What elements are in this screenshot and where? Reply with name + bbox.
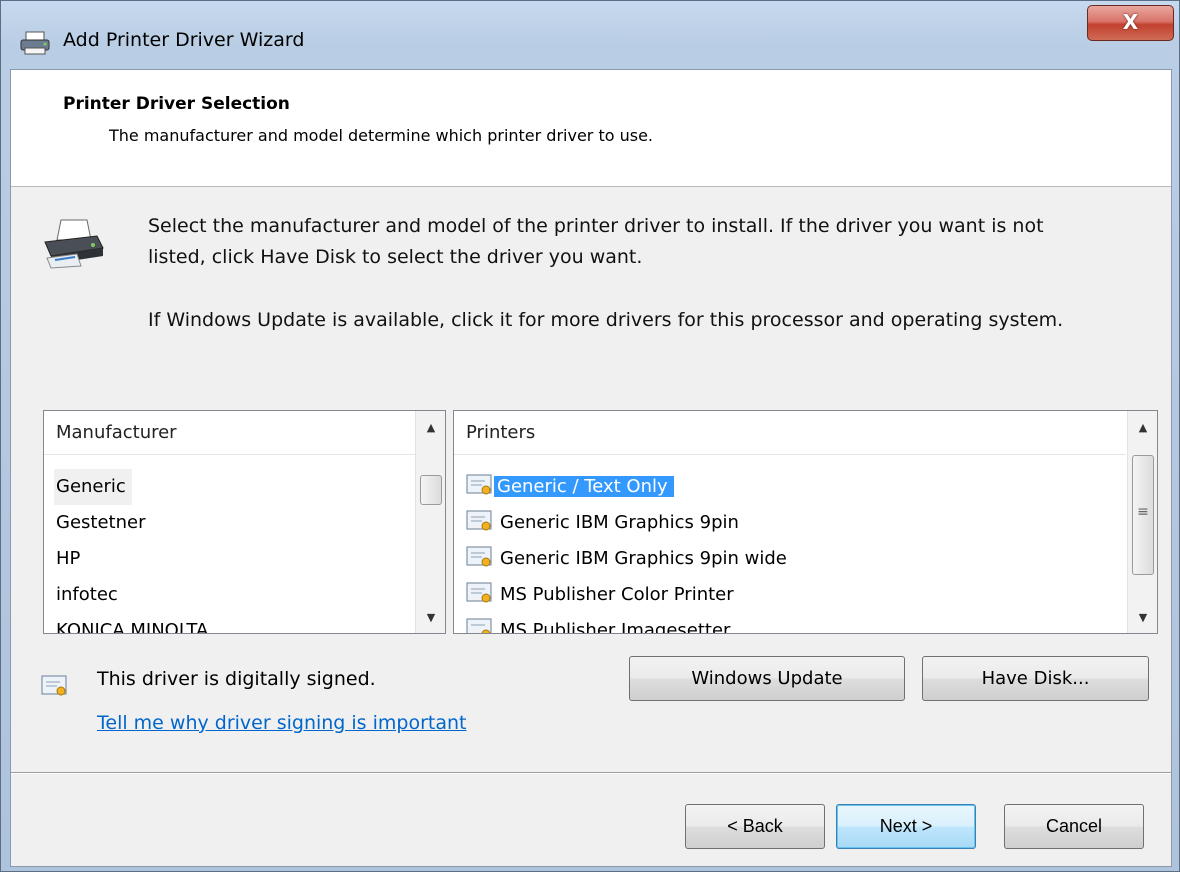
page-title: Printer Driver Selection: [63, 94, 290, 114]
manufacturer-item-generic[interactable]: Generic: [54, 469, 132, 505]
scroll-up-arrow[interactable]: ▲: [416, 413, 445, 443]
certificate-icon: [466, 546, 492, 567]
scroll-down-arrow[interactable]: ▼: [1128, 603, 1157, 633]
scroll-thumb[interactable]: [420, 475, 442, 505]
wizard-body: Printer Driver Selection The manufacture…: [10, 69, 1172, 867]
back-button[interactable]: < Back: [685, 804, 825, 849]
printer-icon: [44, 219, 104, 269]
printers-scrollbar[interactable]: ▲ ≡ ▼: [1127, 411, 1157, 633]
close-button[interactable]: X: [1087, 5, 1174, 41]
driver-signing-link[interactable]: Tell me why driver signing is important: [97, 712, 467, 734]
printers-list[interactable]: Printers Generic / Text Only Generic IBM…: [453, 410, 1158, 634]
title-bar[interactable]: Add Printer Driver Wizard X: [1, 1, 1179, 69]
manufacturer-item-infotec[interactable]: infotec: [56, 577, 118, 613]
printer-item-ms-publisher-imagesetter[interactable]: MS Publisher Imagesetter: [500, 613, 730, 633]
certificate-icon: [466, 582, 492, 603]
manufacturer-item-gestetner[interactable]: Gestetner: [56, 505, 145, 541]
dialog-window: Add Printer Driver Wizard X Printer Driv…: [0, 0, 1180, 872]
window-title: Add Printer Driver Wizard: [63, 29, 305, 51]
page-subtitle: The manufacturer and model determine whi…: [109, 126, 654, 145]
wizard-header: Printer Driver Selection The manufacture…: [11, 70, 1171, 187]
printer-item-ms-publisher-color[interactable]: MS Publisher Color Printer: [500, 577, 734, 613]
manufacturer-item-hp[interactable]: HP: [56, 541, 80, 577]
printers-column-header[interactable]: Printers: [454, 411, 1126, 455]
manufacturer-list[interactable]: Manufacturer Generic Gestetner HP infote…: [43, 410, 446, 634]
cancel-button[interactable]: Cancel: [1004, 804, 1144, 849]
manufacturer-column-header[interactable]: Manufacturer: [44, 411, 416, 455]
signing-status: This driver is digitally signed.: [97, 668, 376, 690]
selected-printer-label: Generic / Text Only: [494, 476, 674, 497]
printer-item-ibm-9pin-wide[interactable]: Generic IBM Graphics 9pin wide: [500, 541, 787, 577]
manufacturer-scrollbar[interactable]: ▲ ▼: [415, 411, 445, 633]
instruction-line-2: listed, click Have Disk to select the dr…: [148, 246, 643, 268]
certificate-icon: [466, 474, 492, 495]
certificate-icon: [466, 510, 492, 531]
instruction-line-1: Select the manufacturer and model of the…: [148, 215, 1044, 237]
certificate-icon: [41, 675, 67, 696]
scroll-down-arrow[interactable]: ▼: [416, 603, 445, 633]
printer-icon: [20, 31, 50, 55]
instruction-line-3: If Windows Update is available, click it…: [148, 309, 1064, 331]
scroll-thumb[interactable]: ≡: [1132, 455, 1154, 575]
windows-update-button[interactable]: Windows Update: [629, 656, 905, 701]
certificate-icon: [466, 618, 492, 633]
scroll-up-arrow[interactable]: ▲: [1128, 413, 1157, 443]
have-disk-button[interactable]: Have Disk...: [922, 656, 1149, 701]
next-button[interactable]: Next >: [836, 804, 976, 849]
printer-item-generic-text-only[interactable]: Generic / Text Only: [494, 469, 674, 505]
printer-item-ibm-9pin[interactable]: Generic IBM Graphics 9pin: [500, 505, 739, 541]
manufacturer-item-konica-minolta[interactable]: KONICA MINOLTA: [56, 613, 208, 633]
footer-separator: [11, 772, 1171, 774]
